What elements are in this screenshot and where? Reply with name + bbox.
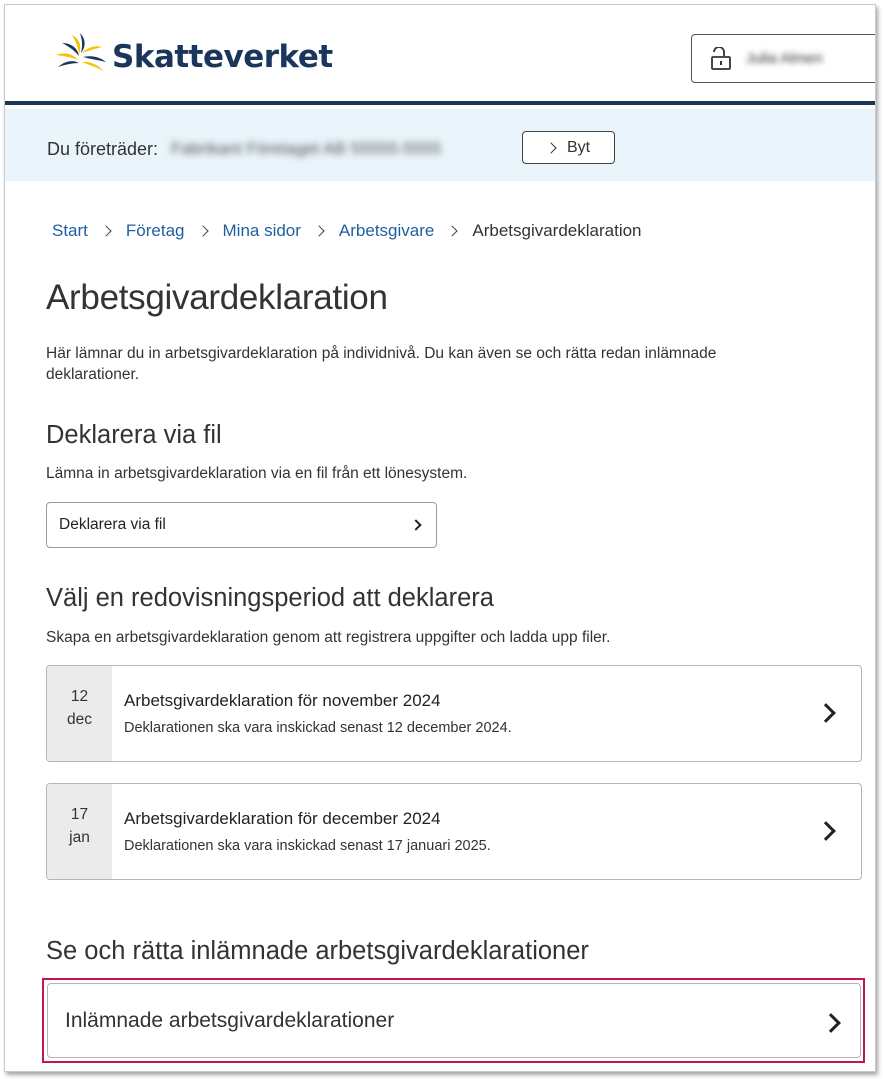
unlock-icon [711,46,731,70]
breadcrumb: Start Företag Mina sidor Arbetsgivare Ar… [52,221,642,241]
chevron-right-icon [816,821,836,841]
chevron-right-icon [313,225,325,237]
chevron-right-icon [100,225,112,237]
deadline-month: dec [67,711,92,728]
breadcrumb-start[interactable]: Start [52,221,88,241]
deadline-day: 12 [70,688,89,705]
deadline-date: 12 dec [47,666,112,761]
user-name: Julia Almen [746,50,823,67]
period-card-december-2024[interactable]: 17 jan Arbetsgivardeklaration för decemb… [46,783,862,880]
deadline-month: jan [69,829,90,846]
representing-bar: Du företräder: Fabrikant Företaget AB 55… [5,109,875,181]
switch-label: Byt [566,138,591,156]
submitted-section-heading: Se och rätta inlämnade arbetsgivardeklar… [46,937,589,965]
representing-label: Du företräder: [47,139,159,159]
period-deadline-text: Deklarationen ska vara inskickad senast … [124,720,512,736]
submitted-declarations-button[interactable]: Inlämnade arbetsgivardeklarationer [47,983,861,1058]
declare-via-file-label: Deklarera via fil [59,516,166,533]
deadline-date: 17 jan [47,784,112,879]
chevron-right-icon [816,703,836,723]
deadline-day: 17 [70,806,89,823]
file-section-heading: Deklarera via fil [46,421,222,449]
period-title: Arbetsgivardeklaration för december 2024 [124,809,441,828]
period-section-heading: Välj en redovisningsperiod att deklarera [46,584,494,612]
period-deadline-text: Deklarationen ska vara inskickad senast … [124,838,491,854]
browser-page: Skatteverket Julia Almen Du företräder: … [4,4,876,1072]
period-card-november-2024[interactable]: 12 dec Arbetsgivardeklaration för novemb… [46,665,862,762]
breadcrumb-arbetsgivare[interactable]: Arbetsgivare [339,221,434,241]
breadcrumb-foretag[interactable]: Företag [126,221,185,241]
page-intro: Här lämnar du in arbetsgivardeklaration … [46,345,717,383]
chevron-right-icon [821,1013,841,1033]
breadcrumb-current: Arbetsgivardeklaration [472,221,642,240]
chevron-right-icon [196,225,209,237]
representing-company: Fabrikant Företaget AB 55555-5555 [171,139,442,158]
declare-via-file-button[interactable]: Deklarera via fil [46,502,437,548]
switch-company-button[interactable]: Byt [522,131,615,164]
file-section-description: Lämna in arbetsgivardeklaration via en f… [46,465,468,482]
submitted-declarations-label: Inlämnade arbetsgivardeklarationer [65,1009,395,1032]
period-title: Arbetsgivardeklaration för november 2024 [124,691,441,710]
chevron-right-icon [545,141,557,154]
sun-logo-icon [56,33,106,71]
chevron-right-icon [446,225,459,237]
chevron-right-icon [410,519,422,531]
logged-in-user-button[interactable]: Julia Almen [691,34,875,83]
breadcrumb-mina-sidor[interactable]: Mina sidor [223,221,301,241]
period-section-description: Skapa en arbetsgivardeklaration genom at… [46,629,611,646]
logo-text: Skatteverket [112,39,333,75]
skatteverket-logo[interactable]: Skatteverket [52,29,333,79]
site-header: Skatteverket Julia Almen [5,5,875,105]
page-title: Arbetsgivardeklaration [46,278,388,317]
